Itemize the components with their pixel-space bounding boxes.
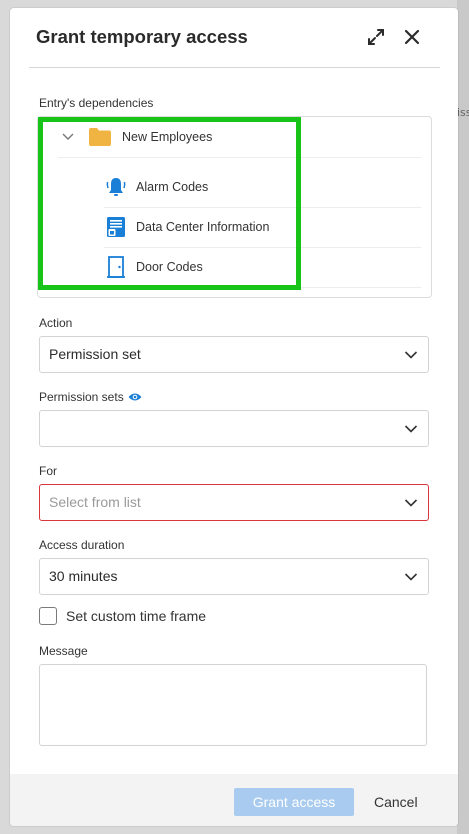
access-duration-select-value: 30 minutes bbox=[49, 568, 118, 584]
for-label: For bbox=[39, 464, 57, 478]
chevron-down-icon bbox=[404, 351, 418, 359]
header-divider bbox=[29, 67, 440, 68]
data-center-icon bbox=[104, 215, 128, 239]
grant-temporary-access-dialog: Grant temporary access Entry's dependenc… bbox=[10, 8, 458, 826]
dependencies-label: Entry's dependencies bbox=[39, 96, 154, 110]
permission-sets-label: Permission sets bbox=[39, 390, 124, 404]
expand-button[interactable] bbox=[365, 26, 387, 48]
chevron-down-icon bbox=[404, 573, 418, 581]
cancel-button[interactable]: Cancel bbox=[374, 788, 418, 816]
tree-item-label: Door Codes bbox=[136, 260, 203, 274]
for-select[interactable]: Select from list bbox=[39, 484, 429, 521]
background-page bbox=[457, 0, 469, 834]
expand-icon bbox=[368, 29, 384, 45]
eye-icon[interactable] bbox=[128, 392, 142, 402]
tree-item-alarm-codes[interactable]: Alarm Codes bbox=[104, 167, 421, 208]
custom-time-frame-label: Set custom time frame bbox=[66, 608, 207, 624]
tree-item-new-employees[interactable]: New Employees bbox=[58, 117, 421, 158]
message-label: Message bbox=[39, 644, 88, 658]
chevron-down-icon bbox=[404, 499, 418, 507]
tree-item-door-codes[interactable]: Door Codes bbox=[104, 247, 421, 288]
custom-time-frame-checkbox[interactable] bbox=[39, 607, 57, 625]
grant-access-button[interactable]: Grant access bbox=[234, 788, 354, 816]
action-select[interactable]: Permission set bbox=[39, 336, 429, 373]
message-textarea[interactable] bbox=[39, 664, 427, 746]
tree-item-label: Alarm Codes bbox=[136, 180, 209, 194]
tree-item-label: Data Center Information bbox=[136, 220, 270, 234]
access-duration-select[interactable]: 30 minutes bbox=[39, 558, 429, 595]
access-duration-label: Access duration bbox=[39, 538, 125, 552]
tree-item-data-center-information[interactable]: Data Center Information bbox=[104, 207, 421, 248]
alarm-bell-icon bbox=[104, 175, 128, 199]
action-label: Action bbox=[39, 316, 73, 330]
close-button[interactable] bbox=[401, 26, 423, 48]
chevron-down-icon[interactable] bbox=[58, 133, 78, 141]
background-edge-text: iss bbox=[457, 106, 469, 119]
dialog-header: Grant temporary access bbox=[10, 8, 458, 68]
door-icon bbox=[104, 255, 128, 279]
chevron-down-icon bbox=[404, 425, 418, 433]
folder-icon bbox=[88, 125, 112, 149]
for-select-placeholder: Select from list bbox=[49, 494, 141, 510]
close-icon bbox=[404, 29, 420, 45]
action-select-value: Permission set bbox=[49, 346, 141, 362]
dependencies-tree: New Employees Alarm Codes Data Center In… bbox=[37, 116, 432, 298]
tree-item-label: New Employees bbox=[122, 130, 213, 144]
dialog-title: Grant temporary access bbox=[36, 26, 248, 47]
custom-time-frame-option[interactable]: Set custom time frame bbox=[39, 607, 206, 625]
permission-sets-select[interactable] bbox=[39, 410, 429, 447]
